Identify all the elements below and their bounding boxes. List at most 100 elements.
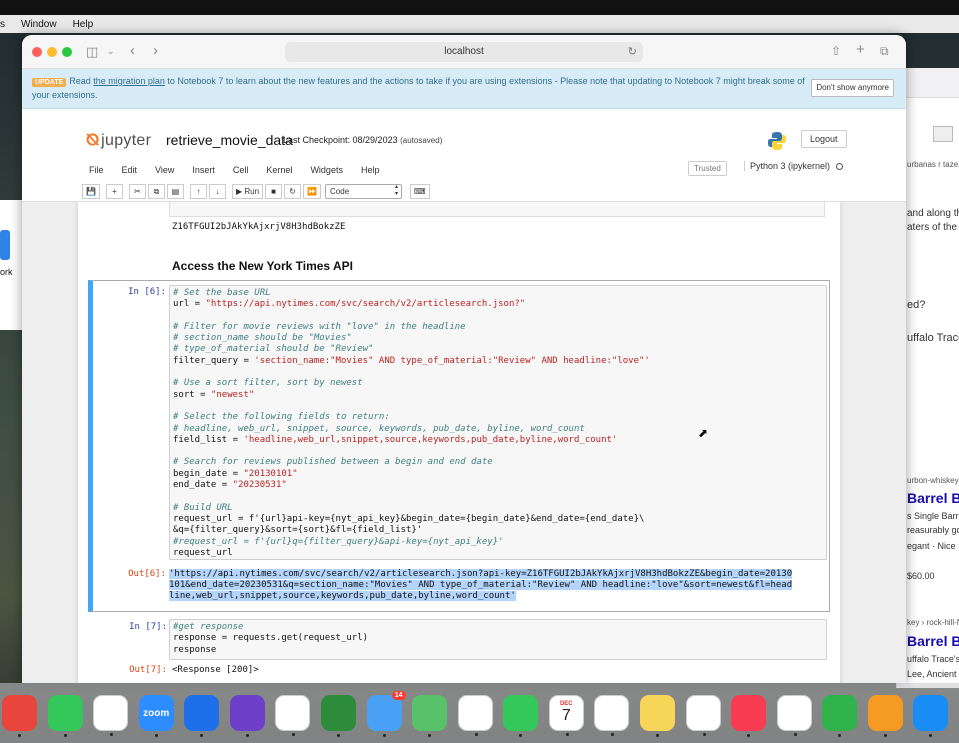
- menubar-item-help[interactable]: Help: [73, 19, 94, 30]
- menubar-item-window[interactable]: Window: [21, 19, 57, 30]
- music-icon[interactable]: [731, 695, 767, 737]
- running-indicator: [747, 734, 751, 737]
- tab-overview-icon[interactable]: [933, 126, 953, 142]
- code-line: #request_url = f'{url}q={filter_query}&a…: [173, 536, 504, 547]
- menu-cell[interactable]: Cell: [233, 165, 249, 175]
- news-icon[interactable]: [776, 695, 812, 736]
- address-bar[interactable]: localhost ↻: [285, 42, 643, 62]
- cell-type-select[interactable]: Code: [325, 183, 403, 199]
- running-indicator: [929, 734, 933, 737]
- numbers-icon[interactable]: [822, 695, 858, 737]
- vscode-icon[interactable]: [275, 695, 311, 736]
- app-circle-icon[interactable]: [320, 695, 356, 737]
- running-indicator: [63, 734, 67, 737]
- bg-text: s Single Barr: [907, 511, 959, 521]
- chevron-down-icon[interactable]: ⌄: [107, 46, 115, 57]
- bg-price: $60.00: [907, 571, 935, 581]
- running-indicator: [565, 733, 569, 736]
- menubar-item-partial[interactable]: s: [0, 19, 5, 30]
- messages-icon[interactable]: [47, 695, 83, 737]
- code-line: url = "https://api.nytimes.com/svc/searc…: [173, 299, 526, 310]
- running-indicator: [382, 734, 386, 737]
- chrome-icon[interactable]: [2, 695, 38, 737]
- notebook-name[interactable]: retrieve_movie_data: [166, 132, 293, 148]
- github-desktop-icon[interactable]: [229, 695, 265, 737]
- slack-icon[interactable]: [93, 695, 129, 736]
- pages-icon[interactable]: [867, 695, 903, 737]
- folder-icon: [0, 230, 10, 260]
- restart-icon[interactable]: ↻: [284, 183, 302, 199]
- share-icon[interactable]: ⇧: [831, 44, 841, 58]
- kernel-indicator[interactable]: Python 3 (ipykernel): [744, 161, 844, 171]
- move-up-icon[interactable]: ↑: [189, 183, 207, 199]
- code-editor[interactable]: #get response response = requests.get(req…: [169, 619, 827, 660]
- maps-icon[interactable]: [412, 695, 448, 737]
- logout-button[interactable]: Logout: [801, 130, 847, 148]
- bg-link[interactable]: Barrel Bo: [907, 633, 959, 649]
- selected-code-cell[interactable]: In [6]: # Set the base URL url = "https:/…: [88, 280, 830, 612]
- save-icon[interactable]: 💾: [82, 183, 100, 199]
- close-window-button[interactable]: [32, 47, 42, 57]
- output-prompt: Out[7]:: [129, 665, 167, 675]
- cell-output[interactable]: 'https://api.nytimes.com/svc/search/v2/a…: [169, 569, 793, 602]
- fast-forward-icon[interactable]: ⏩: [303, 183, 322, 199]
- insert-cell-icon[interactable]: +: [105, 183, 123, 199]
- update-banner: UPDATE Read the migration plan to Noteboo…: [22, 69, 906, 109]
- photos-icon[interactable]: [457, 695, 493, 736]
- menu-view[interactable]: View: [155, 165, 174, 175]
- mail-icon[interactable]: 14: [366, 691, 406, 737]
- menu-edit[interactable]: Edit: [122, 165, 138, 175]
- menu-help[interactable]: Help: [361, 165, 380, 175]
- code-line: response: [173, 644, 217, 655]
- minimize-window-button[interactable]: [47, 47, 57, 57]
- jupyter-logo[interactable]: ⦰ jupyter: [86, 132, 151, 150]
- new-tab-icon[interactable]: +: [856, 41, 865, 58]
- paste-icon[interactable]: ▤: [166, 183, 184, 199]
- app-store-icon[interactable]: [913, 695, 949, 737]
- code-line: #get response: [173, 622, 244, 632]
- reminders-icon[interactable]: [594, 695, 630, 736]
- bg-text: key › rock-hill-f: [907, 618, 959, 627]
- menu-insert[interactable]: Insert: [192, 165, 215, 175]
- copy-icon[interactable]: ⧉: [147, 183, 165, 199]
- notebook-area[interactable]: Z16TFGUI2bJAkYkAjxrjV8H3hdBokzZE Access …: [22, 201, 906, 683]
- menu-file[interactable]: File: [89, 165, 104, 175]
- play-icon: ▶: [235, 186, 243, 196]
- calendar-icon[interactable]: DEC 7: [548, 695, 584, 736]
- input-prompt: In [6]:: [128, 287, 166, 297]
- run-button[interactable]: ▶ Run: [231, 183, 264, 199]
- xcode-icon[interactable]: [184, 695, 220, 737]
- bg-text: egant · Nice: [907, 541, 956, 551]
- stop-icon[interactable]: ■: [265, 183, 283, 199]
- code-line: # Select the following fields to return:: [173, 412, 390, 423]
- running-indicator: [200, 734, 204, 737]
- move-down-icon[interactable]: ↓: [208, 183, 226, 199]
- reload-icon[interactable]: ↻: [628, 42, 637, 62]
- menu-kernel[interactable]: Kernel: [266, 165, 292, 175]
- migration-plan-link[interactable]: the migration plan: [93, 76, 165, 86]
- code-editor[interactable]: # Set the base URL url = "https://api.nyt…: [169, 285, 827, 560]
- running-indicator: [292, 733, 296, 736]
- sidebar-toggle-icon[interactable]: ◫: [86, 44, 98, 60]
- facetime-icon[interactable]: [503, 695, 539, 737]
- zoom-icon[interactable]: zoom: [138, 695, 174, 737]
- notes-icon[interactable]: [639, 695, 676, 737]
- menu-widgets[interactable]: Widgets: [310, 165, 343, 175]
- trusted-indicator[interactable]: Trusted: [688, 161, 727, 176]
- cut-icon[interactable]: ✂: [128, 183, 146, 199]
- back-icon[interactable]: ‹: [130, 42, 135, 59]
- bg-link[interactable]: Barrel Bo: [907, 490, 959, 506]
- freeform-icon[interactable]: [685, 695, 721, 736]
- code-line: begin_date = "20130101": [173, 468, 298, 479]
- tab-overview-icon[interactable]: ⧉: [880, 44, 889, 59]
- keyboard-icon[interactable]: ⌨: [410, 183, 430, 199]
- jupyter-header: ⦰ jupyter retrieve_movie_data Last Checkp…: [22, 109, 906, 159]
- dont-show-anymore-button[interactable]: Don't show anymore: [811, 79, 894, 97]
- left-bg-label: ork: [0, 267, 13, 277]
- forward-icon[interactable]: ›: [153, 42, 158, 59]
- previous-code-cell[interactable]: [169, 202, 825, 217]
- maximize-window-button[interactable]: [62, 47, 72, 57]
